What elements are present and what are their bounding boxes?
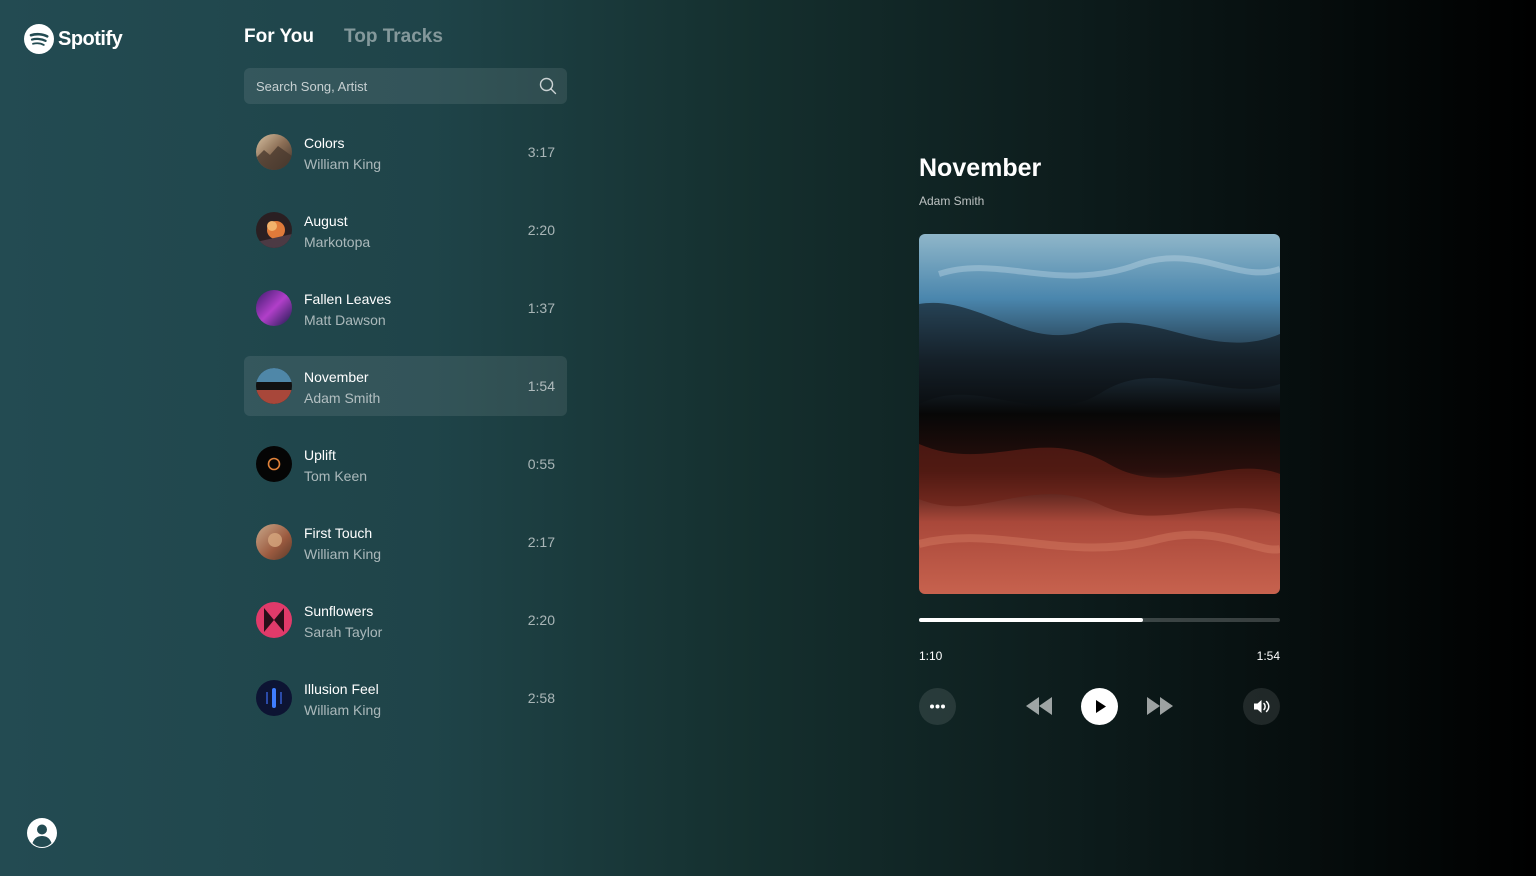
track-thumbnail: [256, 446, 292, 482]
track-title: Sunflowers: [304, 603, 374, 619]
track-duration: 2:58: [527, 690, 555, 706]
track-artist: Adam Smith: [304, 390, 381, 406]
track-row[interactable]: Sunflowers Sarah Taylor 2:20: [244, 590, 567, 650]
search-icon[interactable]: [539, 77, 557, 95]
track-duration: 0:55: [527, 456, 555, 472]
track-row[interactable]: Fallen Leaves Matt Dawson 1:37: [244, 278, 567, 338]
track-row[interactable]: Uplift Tom Keen 0:55: [244, 434, 567, 494]
volume-icon[interactable]: [1243, 688, 1280, 725]
tab-for-you[interactable]: For You: [244, 26, 314, 48]
search-box: [244, 68, 567, 104]
track-thumbnail: [256, 212, 292, 248]
spotify-logo-icon: [24, 24, 54, 54]
progress-bar[interactable]: [919, 618, 1280, 622]
track-thumbnail: [256, 602, 292, 638]
track-artist: William King: [304, 546, 382, 562]
brand-name: Spotify: [58, 27, 123, 50]
progress-fill: [919, 618, 1143, 622]
track-row[interactable]: August Markotopa 2:20: [244, 200, 567, 260]
track-artist: Sarah Taylor: [304, 624, 383, 640]
time-elapsed: 1:10: [919, 649, 943, 663]
now-playing-title: November: [919, 154, 1042, 182]
track-title: November: [304, 369, 369, 385]
track-row[interactable]: Colors William King 3:17: [244, 122, 567, 182]
track-title: August: [304, 213, 348, 229]
track-duration: 2:20: [527, 222, 555, 238]
track-title: First Touch: [304, 525, 373, 541]
track-duration: 2:20: [527, 612, 555, 628]
track-duration: 1:37: [527, 300, 555, 316]
album-cover: [919, 234, 1280, 594]
user-avatar-icon[interactable]: [26, 817, 58, 849]
track-artist: William King: [304, 156, 382, 172]
track-artist: William King: [304, 702, 382, 718]
tab-top-tracks[interactable]: Top Tracks: [344, 26, 443, 48]
track-thumbnail: [256, 290, 292, 326]
track-duration: 1:54: [527, 378, 555, 394]
track-title: Illusion Feel: [304, 681, 379, 697]
track-thumbnail: [256, 680, 292, 716]
play-icon[interactable]: [1081, 688, 1118, 725]
track-title: Fallen Leaves: [304, 291, 392, 307]
track-title: Uplift: [304, 447, 336, 463]
track-duration: 2:17: [527, 534, 555, 550]
next-icon[interactable]: [1145, 695, 1175, 717]
time-total: 1:54: [1256, 649, 1280, 663]
track-artist: Matt Dawson: [304, 312, 386, 328]
spotify-logo[interactable]: Spotify: [24, 24, 123, 54]
track-thumbnail: [256, 134, 292, 170]
track-thumbnail: [256, 368, 292, 404]
track-artist: Tom Keen: [304, 468, 368, 484]
previous-icon[interactable]: [1024, 695, 1054, 717]
now-playing-artist: Adam Smith: [919, 194, 985, 208]
more-icon[interactable]: [919, 688, 956, 725]
track-row[interactable]: First Touch William King 2:17: [244, 512, 567, 572]
track-row[interactable]: Illusion Feel William King 2:58: [244, 668, 567, 728]
tab-bar: For You Top Tracks: [244, 26, 443, 48]
track-title: Colors: [304, 135, 345, 151]
app-window: Spotify For You Top Tracks Colors Willia…: [0, 0, 1536, 876]
track-artist: Markotopa: [304, 234, 371, 250]
search-input[interactable]: [244, 68, 524, 104]
track-thumbnail: [256, 524, 292, 560]
track-duration: 3:17: [527, 144, 555, 160]
track-row-active[interactable]: November Adam Smith 1:54: [244, 356, 567, 416]
track-list: Colors William King 3:17 August Markotop…: [244, 122, 567, 746]
